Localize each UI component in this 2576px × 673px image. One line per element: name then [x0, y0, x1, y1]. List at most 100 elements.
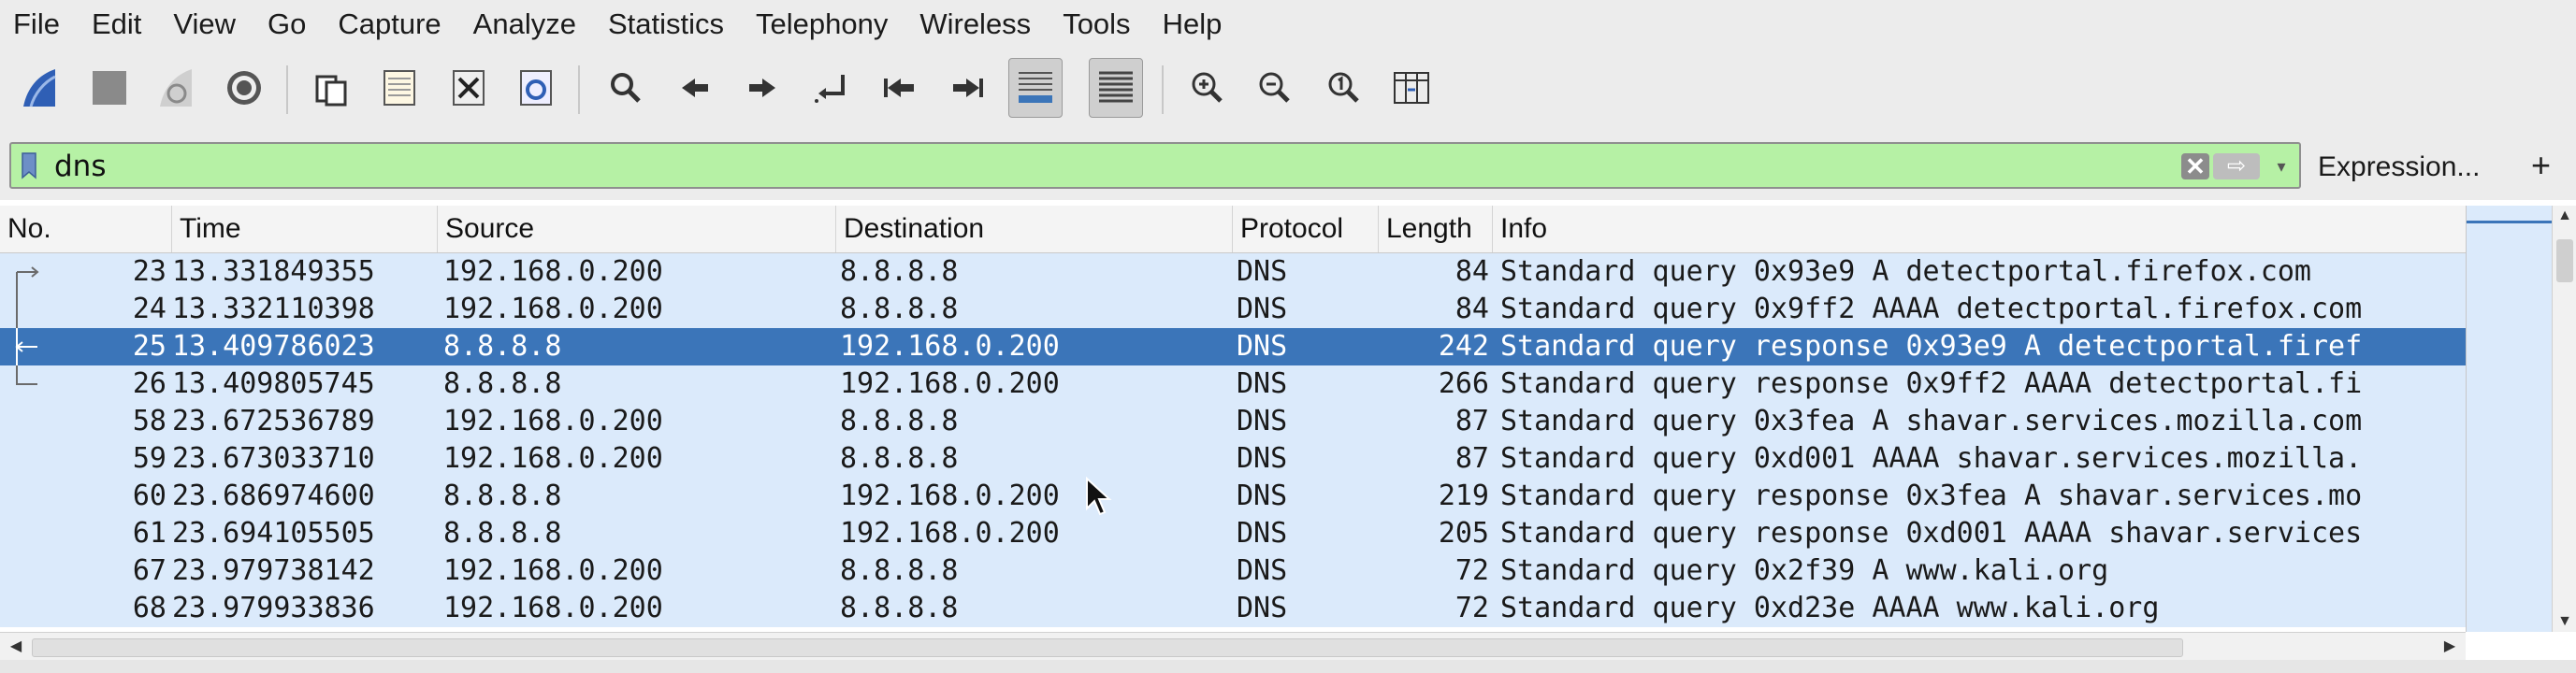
- cell-time: 23.694105505: [172, 517, 375, 550]
- cell-no: 61: [132, 517, 166, 550]
- first-packet-icon[interactable]: [872, 58, 926, 118]
- vertical-scrollbar[interactable]: ▲ ▼: [2552, 206, 2576, 632]
- menu-file[interactable]: File: [13, 7, 60, 41]
- go-to-packet-icon[interactable]: [804, 58, 859, 118]
- cell-destination: 8.8.8.8: [840, 554, 959, 587]
- cell-length: 219: [1438, 480, 1489, 512]
- menu-wireless[interactable]: Wireless: [919, 7, 1031, 41]
- cell-info: Standard query response 0x93e9 A detectp…: [1500, 330, 2363, 363]
- zoom-out-icon[interactable]: [1248, 58, 1302, 118]
- cell-length: 84: [1454, 255, 1489, 288]
- display-filter-input[interactable]: dns ✕ ⇨ ▾: [9, 142, 2301, 189]
- vertical-scroll-thumb[interactable]: [2556, 239, 2573, 282]
- packet-row[interactable]: 58 23.672536789 192.168.0.200 8.8.8.8 DNS 87 S…: [0, 403, 2466, 440]
- cell-protocol: DNS: [1237, 330, 1288, 363]
- expression-button[interactable]: Expression...: [2318, 151, 2480, 183]
- pane-splitter[interactable]: [0, 660, 2576, 673]
- close-file-icon[interactable]: [441, 58, 496, 118]
- column-header-destination[interactable]: Destination: [836, 206, 1233, 252]
- cell-source: 192.168.0.200: [443, 405, 663, 437]
- chevron-down-icon[interactable]: ▾: [2269, 155, 2294, 178]
- cell-protocol: DNS: [1237, 517, 1288, 550]
- capture-options-icon[interactable]: [217, 58, 271, 118]
- cell-no: 23: [132, 255, 166, 288]
- packet-row[interactable]: 59 23.673033710 192.168.0.200 8.8.8.8 DNS 87 S…: [0, 440, 2466, 478]
- column-header-no[interactable]: No.: [0, 206, 172, 252]
- cell-destination: 192.168.0.200: [840, 367, 1060, 400]
- scroll-up-icon[interactable]: ▲: [2553, 208, 2576, 224]
- cell-length: 242: [1438, 330, 1489, 363]
- toolbar-separator: [286, 65, 288, 114]
- cell-time: 13.409786023: [172, 330, 375, 363]
- minimap-marker: [2467, 221, 2553, 223]
- horizontal-scroll-thumb[interactable]: [32, 638, 2183, 657]
- column-header-time[interactable]: Time: [172, 206, 438, 252]
- restart-capture-icon[interactable]: [150, 58, 204, 118]
- column-header-protocol[interactable]: Protocol: [1233, 206, 1379, 252]
- packet-row[interactable]: 24 13.332110398 192.168.0.200 8.8.8.8 DNS 84 S…: [0, 291, 2466, 328]
- colorize-icon[interactable]: [1089, 58, 1143, 118]
- stop-capture-icon[interactable]: [82, 58, 137, 118]
- normal-size-icon[interactable]: [1317, 58, 1371, 118]
- find-packet-icon[interactable]: [599, 58, 653, 118]
- horizontal-scrollbar[interactable]: ◀ ▶: [0, 632, 2466, 661]
- reload-file-icon[interactable]: [509, 58, 563, 118]
- scroll-right-icon[interactable]: ▶: [2438, 637, 2462, 655]
- toolbar-separator: [578, 65, 580, 114]
- cell-time: 23.979738142: [172, 554, 375, 587]
- cell-info: Standard query response 0xd001 AAAA shav…: [1500, 517, 2363, 550]
- cell-length: 72: [1454, 592, 1489, 624]
- cell-no: 24: [132, 293, 166, 325]
- add-filter-button[interactable]: +: [2531, 146, 2551, 185]
- cell-time: 23.672536789: [172, 405, 375, 437]
- menu-help[interactable]: Help: [1163, 7, 1223, 41]
- apply-filter-icon[interactable]: ⇨: [2213, 153, 2260, 179]
- go-back-icon[interactable]: [668, 58, 722, 118]
- toolbar-separator: [1162, 65, 1164, 114]
- packet-row[interactable]: 67 23.979738142 192.168.0.200 8.8.8.8 DNS 72 S…: [0, 552, 2466, 590]
- menu-tools[interactable]: Tools: [1063, 7, 1130, 41]
- cell-info: Standard query response 0x3fea A shavar.…: [1500, 480, 2363, 512]
- column-header-length[interactable]: Length: [1379, 206, 1493, 252]
- cell-source: 8.8.8.8: [443, 330, 562, 363]
- clear-filter-icon[interactable]: ✕: [2181, 153, 2209, 179]
- column-header-source[interactable]: Source: [438, 206, 836, 252]
- start-capture-icon[interactable]: [13, 58, 67, 118]
- packet-row[interactable]: 61 23.694105505 8.8.8.8 192.168.0.200 DNS 205…: [0, 515, 2466, 552]
- display-filter-bar: dns ✕ ⇨ ▾ Expression... +: [0, 135, 2576, 200]
- save-file-icon[interactable]: [372, 58, 427, 118]
- menu-view[interactable]: View: [173, 7, 236, 41]
- packet-minimap[interactable]: [2466, 206, 2553, 632]
- menu-capture[interactable]: Capture: [338, 7, 441, 41]
- autoscroll-icon[interactable]: [1008, 58, 1063, 118]
- cell-no: 26: [132, 367, 166, 400]
- scroll-down-icon[interactable]: ▼: [2553, 613, 2576, 630]
- packet-row[interactable]: 23 13.331849355 192.168.0.200 8.8.8.8 DNS 84 S…: [0, 253, 2466, 291]
- cell-protocol: DNS: [1237, 405, 1288, 437]
- last-packet-icon[interactable]: [941, 58, 995, 118]
- cell-protocol: DNS: [1237, 592, 1288, 624]
- column-header-info[interactable]: Info: [1493, 206, 2466, 252]
- open-file-icon[interactable]: [305, 58, 359, 118]
- packet-row[interactable]: 26 13.409805745 8.8.8.8 192.168.0.200 DNS 266…: [0, 365, 2466, 403]
- menu-telephony[interactable]: Telephony: [756, 7, 888, 41]
- cell-info: Standard query 0xd23e AAAA www.kali.org: [1500, 592, 2160, 624]
- packet-row[interactable]: 68 23.979933836 192.168.0.200 8.8.8.8 DNS 72 S…: [0, 590, 2466, 627]
- cell-protocol: DNS: [1237, 442, 1288, 475]
- resize-columns-icon[interactable]: [1384, 58, 1439, 118]
- menu-go[interactable]: Go: [268, 7, 306, 41]
- cell-destination: 8.8.8.8: [840, 405, 959, 437]
- cell-length: 87: [1454, 405, 1489, 437]
- go-forward-icon[interactable]: [735, 58, 789, 118]
- scroll-left-icon[interactable]: ◀: [4, 637, 28, 655]
- menu-statistics[interactable]: Statistics: [608, 7, 724, 41]
- cell-source: 8.8.8.8: [443, 480, 562, 512]
- menu-analyze[interactable]: Analyze: [473, 7, 576, 41]
- bookmark-icon[interactable]: [21, 151, 37, 179]
- menu-edit[interactable]: Edit: [92, 7, 141, 41]
- packet-row[interactable]: 60 23.686974600 8.8.8.8 192.168.0.200 DNS 219…: [0, 478, 2466, 515]
- cell-source: 192.168.0.200: [443, 592, 663, 624]
- filter-text[interactable]: dns: [54, 150, 106, 183]
- zoom-in-icon[interactable]: [1180, 58, 1235, 118]
- packet-row[interactable]: 25 13.409786023 8.8.8.8 192.168.0.200 DNS 242…: [0, 328, 2466, 365]
